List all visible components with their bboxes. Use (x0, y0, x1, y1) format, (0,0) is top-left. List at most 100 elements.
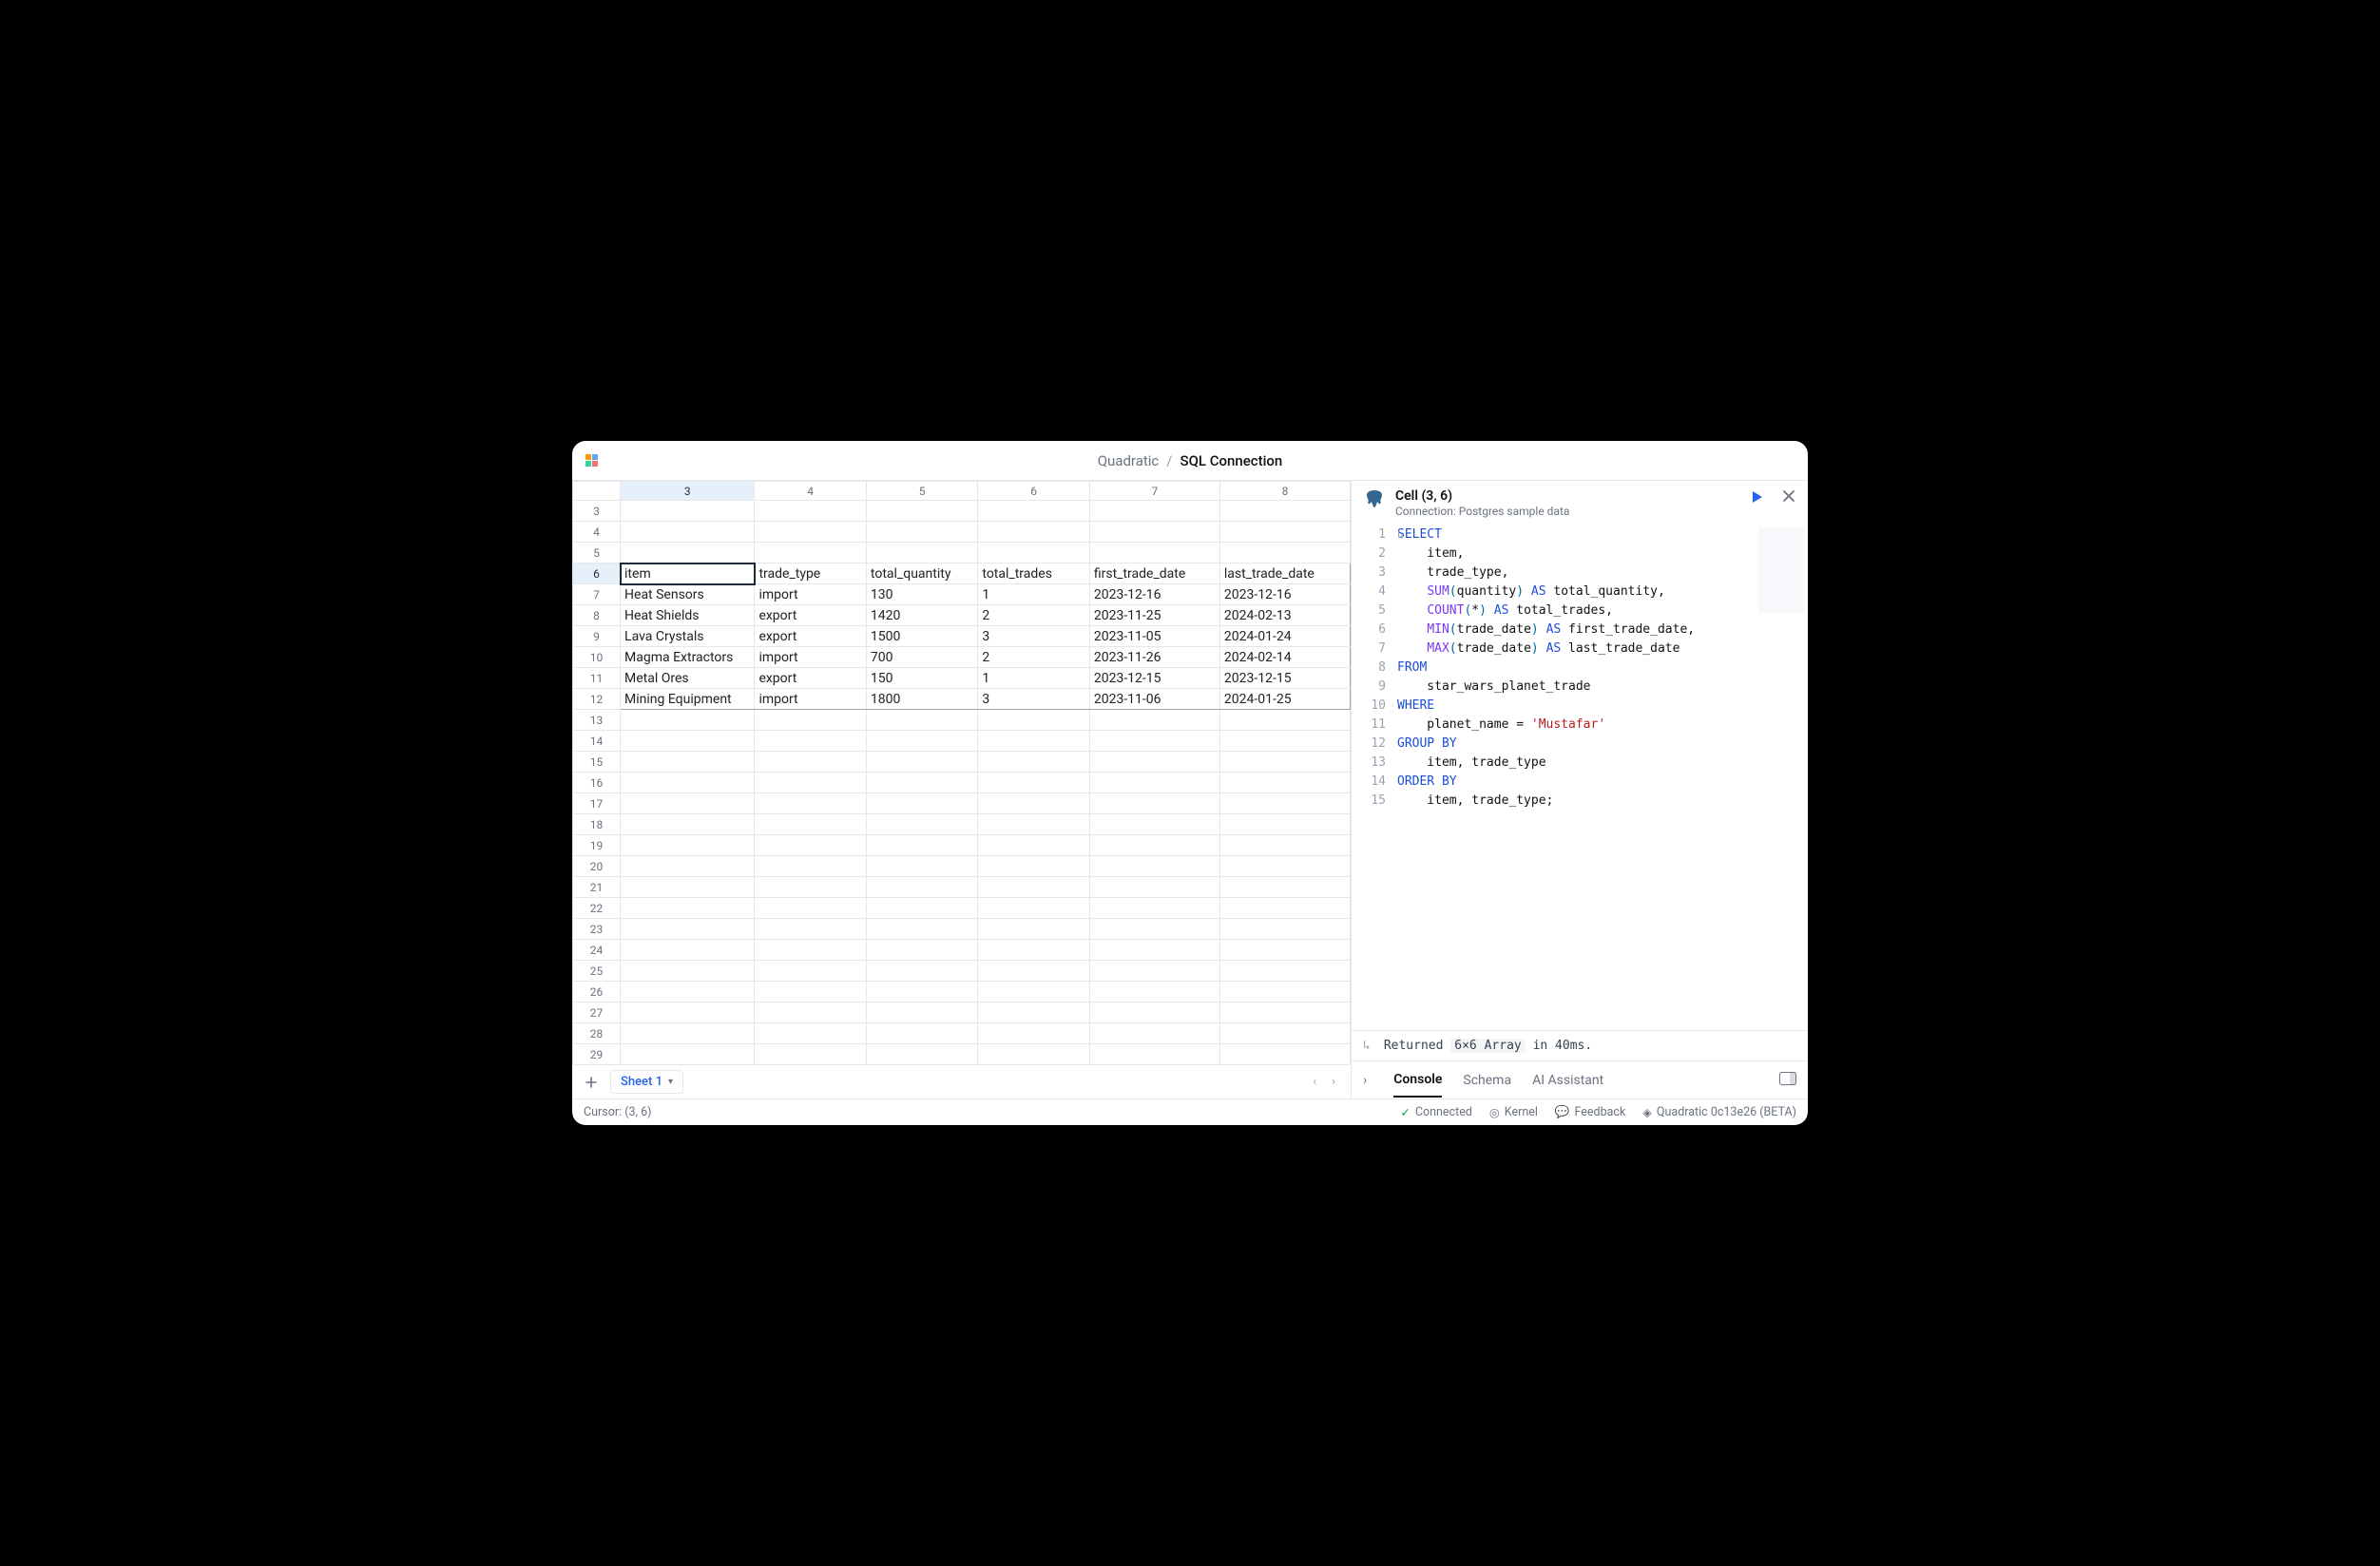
grid-cell[interactable] (866, 543, 977, 563)
grid-cell[interactable] (978, 710, 1089, 731)
grid-cell[interactable] (866, 752, 977, 773)
grid-cell[interactable]: 2023-12-15 (1089, 668, 1219, 689)
grid-cell[interactable]: 1420 (866, 605, 977, 626)
grid-cell[interactable]: 2023-12-15 (1219, 668, 1350, 689)
row-header[interactable]: 14 (573, 731, 621, 752)
sheet-nav-next[interactable]: › (1332, 1075, 1335, 1089)
grid-cell[interactable] (621, 773, 755, 793)
grid-cell[interactable] (866, 522, 977, 543)
grid-cell[interactable]: 2023-11-06 (1089, 689, 1219, 710)
grid-cell[interactable] (621, 752, 755, 773)
row-header[interactable]: 7 (573, 584, 621, 605)
row-header[interactable]: 20 (573, 856, 621, 877)
grid-cell[interactable] (866, 731, 977, 752)
grid-cell[interactable] (978, 835, 1089, 856)
grid-cell[interactable] (1089, 1023, 1219, 1044)
close-panel-button[interactable] (1781, 488, 1796, 508)
grid-cell[interactable] (1089, 940, 1219, 961)
app-name[interactable]: Quadratic (1098, 452, 1160, 469)
code-line[interactable]: SUM(quantity) AS total_quantity, (1397, 582, 1800, 602)
grid-cell[interactable] (1089, 898, 1219, 919)
grid-cell[interactable] (866, 814, 977, 835)
grid-cell[interactable] (978, 773, 1089, 793)
row-header[interactable]: 25 (573, 961, 621, 982)
row-header[interactable]: 10 (573, 647, 621, 668)
grid-cell[interactable] (978, 501, 1089, 522)
row-header[interactable]: 9 (573, 626, 621, 647)
grid-cell[interactable]: 1500 (866, 626, 977, 647)
row-header[interactable]: 13 (573, 710, 621, 731)
grid-cell[interactable]: 2024-01-24 (1219, 626, 1350, 647)
grid-cell[interactable]: 2024-02-14 (1219, 647, 1350, 668)
grid-cell[interactable] (1219, 898, 1350, 919)
collapse-panel-button[interactable]: › (1363, 1073, 1367, 1088)
row-header[interactable]: 23 (573, 919, 621, 940)
grid-cell[interactable]: 3 (978, 689, 1089, 710)
grid-cell[interactable] (621, 919, 755, 940)
row-header[interactable]: 18 (573, 814, 621, 835)
panel-tab-ai-assistant[interactable]: AI Assistant (1532, 1064, 1603, 1097)
code-line[interactable]: ORDER BY (1397, 773, 1800, 792)
grid-cell[interactable] (755, 793, 866, 814)
grid-cell[interactable]: 2 (978, 647, 1089, 668)
grid-cell[interactable] (1219, 543, 1350, 563)
grid-cell[interactable] (755, 710, 866, 731)
grid-cell[interactable] (1219, 856, 1350, 877)
code-line[interactable]: planet_name = 'Mustafar' (1397, 716, 1800, 735)
grid-cell[interactable]: first_trade_date (1089, 563, 1219, 584)
row-header[interactable]: 22 (573, 898, 621, 919)
sheet-tab[interactable]: Sheet 1 ▾ (610, 1070, 683, 1094)
grid-cell[interactable] (866, 773, 977, 793)
grid-cell[interactable] (1089, 710, 1219, 731)
grid-cell[interactable] (621, 1003, 755, 1023)
row-header[interactable]: 21 (573, 877, 621, 898)
grid-cell[interactable] (866, 919, 977, 940)
grid-cell[interactable]: last_trade_date (1219, 563, 1350, 584)
grid-cell[interactable]: 2023-11-05 (1089, 626, 1219, 647)
grid-cell[interactable] (755, 961, 866, 982)
grid-cell[interactable]: export (755, 668, 866, 689)
row-header[interactable]: 17 (573, 793, 621, 814)
grid-cell[interactable] (621, 731, 755, 752)
panel-tab-schema[interactable]: Schema (1463, 1064, 1511, 1097)
grid-cell[interactable] (978, 522, 1089, 543)
grid-cell[interactable] (1089, 793, 1219, 814)
grid-cell[interactable] (621, 961, 755, 982)
grid-cell[interactable] (978, 543, 1089, 563)
grid-cell[interactable] (755, 1044, 866, 1065)
grid-cell[interactable] (755, 752, 866, 773)
grid-cell[interactable] (621, 501, 755, 522)
grid-cell[interactable]: 1 (978, 668, 1089, 689)
grid-cell[interactable] (755, 898, 866, 919)
grid-cell[interactable]: 150 (866, 668, 977, 689)
grid-cell[interactable] (1089, 919, 1219, 940)
grid-cell[interactable]: export (755, 605, 866, 626)
grid-cell[interactable] (1219, 773, 1350, 793)
grid-cell[interactable]: 2024-02-13 (1219, 605, 1350, 626)
row-header[interactable]: 29 (573, 1044, 621, 1065)
code-content[interactable]: SELECT item, trade_type, SUM(quantity) A… (1393, 524, 1808, 1030)
column-header[interactable]: 4 (755, 482, 866, 501)
grid-cell[interactable] (621, 898, 755, 919)
grid-cell[interactable] (1219, 752, 1350, 773)
grid-cell[interactable]: 2023-11-25 (1089, 605, 1219, 626)
grid-cell[interactable]: total_trades (978, 563, 1089, 584)
grid-cell[interactable] (621, 940, 755, 961)
grid-cell[interactable] (621, 982, 755, 1003)
grid-cell[interactable]: 130 (866, 584, 977, 605)
corner-cell[interactable] (573, 482, 621, 501)
grid-cell[interactable] (755, 856, 866, 877)
grid-cell[interactable] (755, 940, 866, 961)
grid-cell[interactable] (621, 814, 755, 835)
grid-cell[interactable] (1089, 522, 1219, 543)
grid-cell[interactable] (621, 835, 755, 856)
grid-cell[interactable] (755, 543, 866, 563)
grid-cell[interactable] (866, 940, 977, 961)
grid-cell[interactable] (755, 1003, 866, 1023)
grid-cell[interactable] (621, 1023, 755, 1044)
code-line[interactable]: WHERE (1397, 697, 1800, 716)
status-version[interactable]: ◈ Quadratic 0c13e26 (BETA) (1642, 1105, 1796, 1120)
grid-cell[interactable]: import (755, 647, 866, 668)
grid-cell[interactable]: Metal Ores (621, 668, 755, 689)
grid-cell[interactable] (978, 731, 1089, 752)
